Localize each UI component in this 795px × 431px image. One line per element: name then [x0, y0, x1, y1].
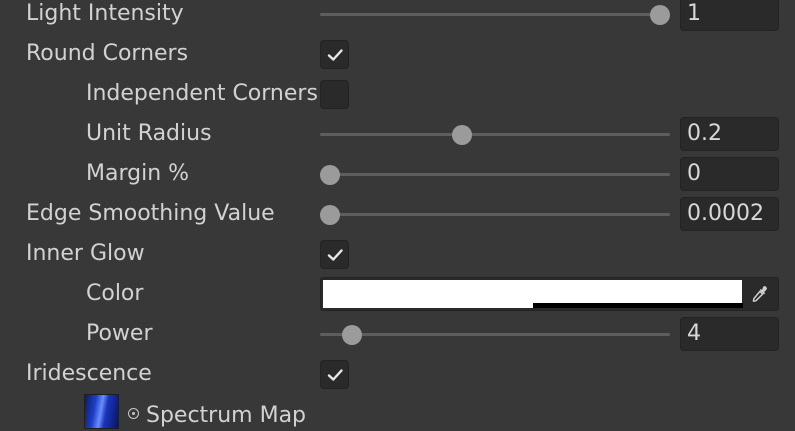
power-row: Power 4 [0, 314, 795, 354]
margin-slider[interactable] [320, 154, 670, 194]
unit-radius-field[interactable]: 0.2 [680, 117, 779, 151]
round-corners-label: Round Corners [26, 41, 189, 66]
margin-label: Margin % [86, 161, 190, 186]
slider-track [320, 333, 670, 336]
margin-field[interactable]: 0 [680, 157, 779, 191]
spectrum-map-texture-thumbnail[interactable] [84, 394, 119, 429]
alpha-bar [533, 303, 743, 308]
checkmark-icon [327, 249, 343, 261]
checkmark-icon [327, 369, 343, 381]
edge-smoothing-label: Edge Smoothing Value [26, 201, 275, 226]
power-label: Power [86, 321, 153, 346]
slider-thumb[interactable] [341, 325, 362, 345]
slider-track [320, 213, 670, 216]
light-intensity-field[interactable]: 1 [680, 0, 779, 31]
slider-thumb[interactable] [320, 205, 340, 225]
light-intensity-row: Light Intensity 1 [0, 0, 795, 34]
round-corners-checkbox[interactable] [320, 40, 349, 69]
edge-smoothing-row: Edge Smoothing Value 0.0002 [0, 194, 795, 234]
independent-corners-checkbox[interactable] [320, 80, 349, 109]
slider-track [320, 133, 670, 136]
slider-track [320, 13, 670, 16]
color-swatch[interactable] [323, 280, 743, 308]
light-intensity-slider[interactable] [320, 0, 670, 34]
inner-glow-row: Inner Glow [0, 234, 795, 274]
power-field[interactable]: 4 [680, 317, 779, 351]
slider-thumb[interactable] [452, 125, 472, 145]
independent-corners-label: Independent Corners [86, 81, 318, 106]
light-intensity-label: Light Intensity [26, 1, 184, 26]
iridescence-label: Iridescence [26, 361, 152, 386]
unit-radius-slider[interactable] [320, 114, 670, 154]
material-inspector-panel: Light Intensity 1 Round Corners Independ… [0, 0, 795, 431]
unit-radius-row: Unit Radius 0.2 [0, 114, 795, 154]
slider-thumb[interactable] [650, 5, 670, 25]
independent-corners-row: Independent Corners [0, 74, 795, 114]
iridescence-row: Iridescence [0, 354, 795, 394]
eyedropper-button[interactable] [744, 280, 776, 308]
checkmark-icon [327, 49, 343, 61]
color-label: Color [86, 281, 144, 306]
edge-smoothing-field[interactable]: 0.0002 [680, 197, 779, 231]
edge-smoothing-slider[interactable] [320, 194, 670, 234]
round-corners-row: Round Corners [0, 34, 795, 74]
object-picker-icon[interactable] [128, 408, 139, 419]
inner-glow-label: Inner Glow [26, 241, 145, 266]
margin-row: Margin % 0 [0, 154, 795, 194]
slider-thumb[interactable] [320, 165, 340, 185]
eyedropper-icon [752, 286, 767, 302]
unit-radius-label: Unit Radius [86, 121, 212, 146]
iridescence-checkbox[interactable] [320, 360, 349, 389]
color-field[interactable] [320, 277, 779, 311]
power-slider[interactable] [320, 314, 670, 354]
color-row: Color [0, 274, 795, 314]
spectrum-map-label: Spectrum Map [146, 403, 307, 428]
inner-glow-checkbox[interactable] [320, 240, 349, 269]
slider-track [320, 173, 670, 176]
